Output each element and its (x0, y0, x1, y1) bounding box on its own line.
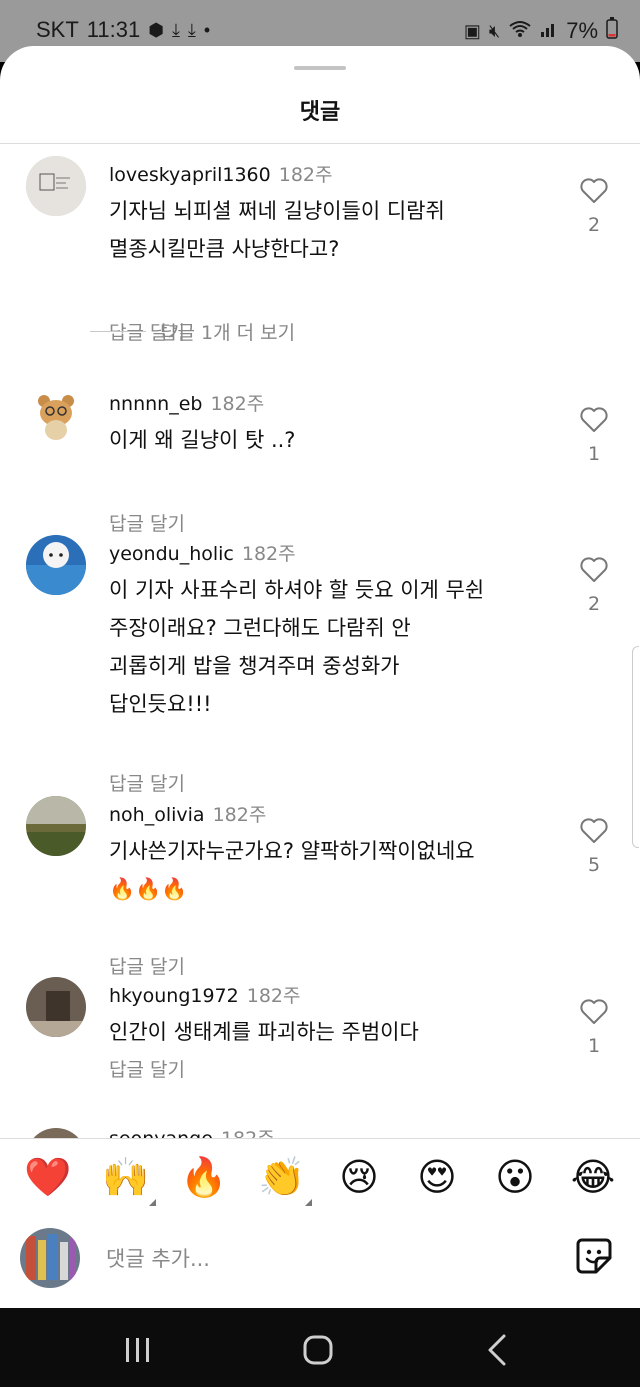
comment-username[interactable]: nnnnn_eb (109, 393, 202, 415)
comment-time: 182주 (246, 985, 301, 1007)
emoji-quick-bar: ❤️ 🙌 🔥 👏 😢 😍 😮 😂 (0, 1154, 640, 1210)
comment-username[interactable]: noh_olivia (109, 804, 205, 826)
reply-button[interactable]: 답글 달기 (109, 1055, 185, 1082)
view-more-replies-label[interactable]: 답글 1개 더 보기 (160, 318, 295, 345)
like-button[interactable]: 5 (578, 818, 610, 876)
comment-header: seonyange 182주 (109, 1124, 275, 1138)
like-button[interactable]: 1 (578, 407, 610, 465)
comment-time: 182주 (241, 543, 296, 565)
download-icon: ⤓ (171, 19, 180, 40)
comments-sheet: 댓글 loveskyapril1360 182주 기자님 뇌피셜 쩌네 길냥이들이… (0, 46, 640, 1308)
avatar[interactable] (26, 796, 86, 856)
emoji-bar-divider (0, 1138, 640, 1139)
reply-button[interactable]: 답글 달기 (109, 769, 185, 796)
comment-username[interactable]: hkyoung1972 (109, 985, 239, 1007)
clock: 11:31 (86, 17, 141, 42)
like-count: 2 (587, 593, 601, 615)
avatar[interactable] (26, 385, 86, 445)
comment-header: loveskyapril1360 182주 (109, 160, 332, 187)
carrier-label: SKT (36, 17, 79, 42)
comment-time: 182주 (221, 1128, 275, 1138)
avatar[interactable] (26, 535, 86, 595)
heart-outline-icon (580, 407, 608, 432)
nfc-icon: ▣ (463, 20, 481, 41)
sticker-icon[interactable] (574, 1236, 614, 1276)
comment-line: 주장이래요? 그런다해도 다람쥐 안 (109, 616, 411, 640)
comment-line: 답인듯요!!! (109, 692, 212, 716)
comment-time: 182주 (278, 164, 333, 186)
comment-line: 기자님 뇌피셜 쩌네 길냥이들이 디람쥐 (109, 199, 445, 223)
dot-icon: • (203, 19, 211, 40)
mute-icon: 🔇︎ (488, 20, 501, 41)
scroll-indicator[interactable] (632, 646, 639, 848)
battery-percent: 7% (566, 18, 598, 43)
comment-time: 182주 (212, 804, 267, 826)
emoji-laughing[interactable]: 😂 (570, 1154, 616, 1200)
view-more-replies[interactable]: 답글 1개 더 보기 (90, 318, 295, 345)
heart-outline-icon (580, 178, 608, 203)
reply-button[interactable]: 답글 달기 (109, 509, 185, 536)
reply-thread-line (90, 331, 146, 332)
avatar[interactable] (26, 977, 86, 1037)
comment-time: 182주 (210, 393, 265, 415)
skin-tone-indicator-icon (305, 1199, 312, 1206)
comment-line: 이게 왜 길냥이 탓 ..? (109, 428, 296, 452)
signal-icon (540, 20, 558, 43)
comments-list[interactable]: loveskyapril1360 182주 기자님 뇌피셜 쩌네 길냥이들이 디람… (0, 46, 640, 1138)
skin-tone-indicator-icon (149, 1199, 156, 1206)
comment-composer (0, 1222, 640, 1292)
heart-outline-icon (580, 818, 608, 843)
recent-apps-icon[interactable] (108, 1330, 168, 1370)
comment-input[interactable] (104, 1240, 538, 1278)
comment-header: nnnnn_eb 182주 (109, 389, 264, 416)
comment-header: hkyoung1972 182주 (109, 981, 300, 1008)
system-nav-bar (0, 1308, 640, 1387)
comment-header: noh_olivia 182주 (109, 800, 266, 827)
comment-line: 🔥🔥🔥 (109, 877, 188, 901)
home-icon[interactable] (288, 1330, 348, 1370)
like-count: 5 (587, 854, 601, 876)
comment-line: 이 기자 사표수리 하셔야 할 듯요 이게 무쉰 (109, 578, 485, 602)
like-count: 1 (587, 1035, 601, 1057)
emoji-clapping[interactable]: 👏 (258, 1154, 312, 1206)
back-icon[interactable] (468, 1330, 528, 1370)
like-count: 2 (587, 214, 601, 236)
emoji-surprised[interactable]: 😮 (492, 1154, 538, 1200)
comment-line: 기사쓴기자누군가요? 얄팍하기짝이없네요 (109, 839, 475, 863)
wifi-icon (508, 20, 532, 43)
my-avatar[interactable] (20, 1228, 80, 1288)
comment-header: yeondu_holic 182주 (109, 539, 296, 566)
comment-line: 괴롭히게 밥을 챙겨주며 중성화가 (109, 654, 400, 678)
battery-icon (606, 17, 618, 45)
comment-username[interactable]: yeondu_holic (109, 543, 234, 565)
like-button[interactable]: 2 (578, 557, 610, 615)
like-button[interactable]: 1 (578, 999, 610, 1057)
comment-line: 인간이 생태계를 파괴하는 주범이다 (109, 1020, 419, 1044)
emoji-heart-eyes[interactable]: 😍 (414, 1154, 460, 1200)
like-button[interactable]: 2 (578, 178, 610, 236)
download-icon-2: ⤓ (187, 19, 196, 40)
heart-outline-icon (580, 557, 608, 582)
comment-text: 이게 왜 길냥이 탓 ..? (109, 421, 549, 459)
emoji-raising-hands[interactable]: 🙌 (102, 1154, 156, 1206)
app-notification-icon: ⬢ (148, 19, 164, 40)
comment-text: 이 기자 사표수리 하셔야 할 듯요 이게 무쉰 주장이래요? 그런다해도 다람… (109, 571, 549, 723)
emoji-clapping-glyph: 👏 (258, 1155, 306, 1199)
avatar[interactable] (26, 1128, 86, 1138)
comment-username[interactable]: seonyange (109, 1128, 213, 1138)
comment-username[interactable]: loveskyapril1360 (109, 164, 271, 186)
like-count: 1 (587, 443, 601, 465)
comment-text: 기사쓴기자누군가요? 얄팍하기짝이없네요 🔥🔥🔥 (109, 832, 579, 908)
emoji-heart[interactable]: ❤️ (24, 1154, 71, 1200)
avatar[interactable] (26, 156, 86, 216)
comment-line: 멸종시킬만큼 사냥한다고? (109, 237, 340, 261)
comment-text: 기자님 뇌피셜 쩌네 길냥이들이 디람쥐 멸종시킬만큼 사냥한다고? (109, 192, 549, 268)
heart-outline-icon (580, 999, 608, 1024)
reply-button[interactable]: 답글 달기 (109, 952, 185, 979)
emoji-fire[interactable]: 🔥 (180, 1154, 227, 1200)
emoji-raising-hands-glyph: 🙌 (102, 1155, 150, 1199)
emoji-crying[interactable]: 😢 (336, 1154, 382, 1200)
comment-text: 인간이 생태계를 파괴하는 주범이다 (109, 1013, 549, 1051)
